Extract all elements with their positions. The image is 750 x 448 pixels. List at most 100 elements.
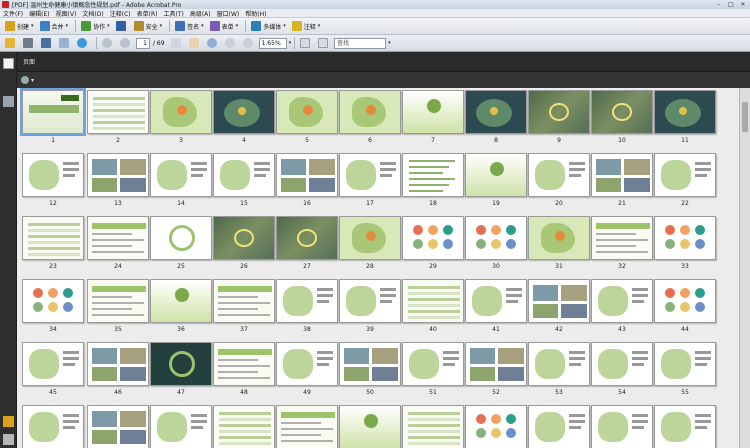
attachments-icon[interactable]: [3, 416, 14, 427]
menu-view[interactable]: 视图(V): [56, 9, 77, 18]
page-thumbnail[interactable]: [20, 88, 86, 136]
page-thumbnail[interactable]: [339, 405, 401, 448]
page-thumbnail[interactable]: [87, 153, 149, 197]
page-number-input[interactable]: 1: [136, 37, 150, 49]
page-thumbnail[interactable]: [654, 90, 716, 134]
email-button[interactable]: [57, 37, 73, 50]
menu-window[interactable]: 窗口(W): [217, 9, 240, 18]
page-thumbnail[interactable]: [22, 405, 84, 448]
menu-forms[interactable]: 表单(R): [137, 9, 158, 18]
toolbar-button-7[interactable]: 多媒体 ▾: [249, 20, 288, 33]
marquee-zoom-button[interactable]: [205, 37, 221, 50]
page-thumbnail[interactable]: [591, 342, 653, 386]
page-thumbnail[interactable]: [402, 342, 464, 386]
hand-tool-button[interactable]: [187, 37, 203, 50]
options-icon[interactable]: [21, 76, 29, 84]
toolbar-button-4[interactable]: 安全 ▾: [132, 20, 165, 33]
page-thumbnail[interactable]: [150, 153, 212, 197]
page-thumbnail[interactable]: [528, 342, 590, 386]
page-thumbnail[interactable]: [150, 216, 212, 260]
page-thumbnail[interactable]: [213, 342, 275, 386]
page-thumbnail[interactable]: [654, 216, 716, 260]
menu-help[interactable]: 帮助(H): [245, 9, 266, 18]
zoom-dropdown-icon[interactable]: ▾: [289, 40, 292, 46]
close-button[interactable]: ✕: [738, 1, 748, 8]
options-dropdown-icon[interactable]: ▾: [31, 77, 34, 84]
page-thumbnail[interactable]: [591, 405, 653, 448]
page-thumbnail[interactable]: [465, 216, 527, 260]
menu-edit[interactable]: 编辑(E): [29, 9, 49, 18]
scrollbar-thumb[interactable]: [742, 102, 748, 132]
page-thumbnail[interactable]: [654, 405, 716, 448]
page-thumbnail[interactable]: [591, 216, 653, 260]
page-thumbnail[interactable]: [276, 216, 338, 260]
page-thumbnail[interactable]: [213, 216, 275, 260]
print-button[interactable]: [21, 37, 37, 50]
toolbar-button-5[interactable]: 签名 ▾: [173, 20, 206, 33]
zoom-out-button[interactable]: [223, 37, 239, 50]
thumbnails-scrollbar[interactable]: [739, 88, 750, 448]
comments-panel-icon[interactable]: [3, 434, 14, 445]
maximize-button[interactable]: □: [726, 1, 736, 8]
page-thumbnail[interactable]: [22, 279, 84, 323]
page-thumbnail[interactable]: [150, 342, 212, 386]
page-thumbnail[interactable]: [87, 90, 149, 134]
menu-tools[interactable]: 工具(T): [163, 9, 183, 18]
toolbar-button-1[interactable]: 合并 ▾: [38, 20, 71, 33]
page-thumbnail[interactable]: [276, 405, 338, 448]
toolbar-icon-button-3[interactable]: [114, 20, 130, 33]
page-thumbnail[interactable]: [339, 216, 401, 260]
page-thumbnail[interactable]: [339, 153, 401, 197]
page-thumbnail[interactable]: [150, 405, 212, 448]
page-thumbnail[interactable]: [402, 153, 464, 197]
search-dropdown-icon[interactable]: ▾: [388, 40, 391, 46]
page-thumbnail[interactable]: [213, 279, 275, 323]
page-thumbnail[interactable]: [402, 90, 464, 134]
toolbar-button-6[interactable]: 表单 ▾: [208, 20, 241, 33]
page-thumbnail[interactable]: [654, 153, 716, 197]
page-thumbnail[interactable]: [528, 153, 590, 197]
fit-width-button[interactable]: [316, 37, 332, 50]
toolbar-button-0[interactable]: 创建 ▾: [3, 20, 36, 33]
page-thumbnail[interactable]: [339, 342, 401, 386]
page-thumbnail[interactable]: [150, 279, 212, 323]
page-thumbnail[interactable]: [465, 279, 527, 323]
page-thumbnail[interactable]: [339, 90, 401, 134]
page-thumbnail[interactable]: [213, 405, 275, 448]
page-thumbnail[interactable]: [402, 405, 464, 448]
bookmarks-panel-icon[interactable]: [3, 96, 14, 107]
web-button[interactable]: [75, 37, 91, 50]
page-thumbnail[interactable]: [213, 153, 275, 197]
page-thumbnail[interactable]: [22, 153, 84, 197]
page-thumbnail[interactable]: [87, 342, 149, 386]
page-thumbnail[interactable]: [150, 90, 212, 134]
page-thumbnail[interactable]: [339, 279, 401, 323]
page-thumbnail[interactable]: [276, 90, 338, 134]
page-thumbnail[interactable]: [465, 90, 527, 134]
page-thumbnail[interactable]: [528, 216, 590, 260]
search-input[interactable]: 查找: [334, 37, 387, 49]
page-thumbnail[interactable]: [528, 90, 590, 134]
page-thumbnail[interactable]: [591, 153, 653, 197]
page-thumbnail[interactable]: [276, 153, 338, 197]
prev-page-button[interactable]: [100, 37, 116, 50]
save-button[interactable]: [39, 37, 55, 50]
page-thumbnail[interactable]: [402, 279, 464, 323]
toolbar-button-8[interactable]: 注释 ▾: [290, 20, 323, 33]
page-thumbnail[interactable]: [87, 216, 149, 260]
minimize-button[interactable]: –: [714, 1, 724, 8]
page-thumbnail[interactable]: [276, 279, 338, 323]
select-tool-button[interactable]: [169, 37, 185, 50]
open-button[interactable]: [3, 37, 19, 50]
menu-file[interactable]: 文件(F): [3, 9, 23, 18]
page-thumbnail[interactable]: [22, 216, 84, 260]
page-thumbnail[interactable]: [591, 279, 653, 323]
page-thumbnail[interactable]: [465, 405, 527, 448]
page-thumbnail[interactable]: [276, 342, 338, 386]
menu-advanced[interactable]: 高级(A): [190, 9, 211, 18]
fit-page-button[interactable]: [298, 37, 314, 50]
page-thumbnail[interactable]: [87, 405, 149, 448]
page-thumbnail[interactable]: [465, 342, 527, 386]
page-thumbnail[interactable]: [87, 279, 149, 323]
page-thumbnail[interactable]: [465, 153, 527, 197]
